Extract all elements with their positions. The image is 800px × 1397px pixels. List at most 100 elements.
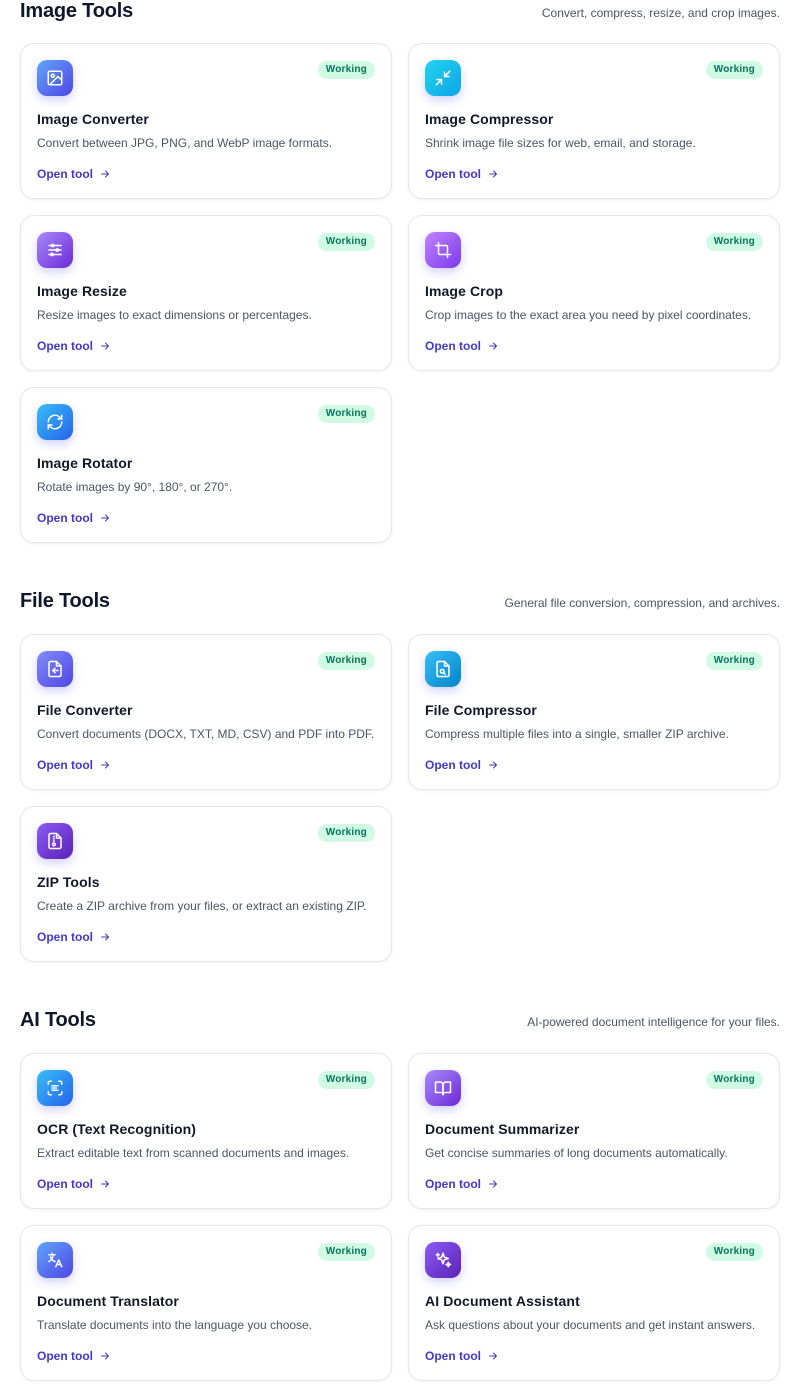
status-badge: Working [317, 1243, 375, 1261]
open-tool-label: Open tool [425, 1177, 481, 1191]
open-tool-label: Open tool [425, 758, 481, 772]
minimize-icon [425, 60, 461, 96]
arrow-right-icon [101, 514, 109, 522]
crop-icon [425, 232, 461, 268]
file-archive-icon [37, 823, 73, 859]
card-title: Document Summarizer [425, 1121, 580, 1137]
open-tool-label: Open tool [37, 1349, 93, 1363]
arrow-right-icon [489, 342, 497, 350]
open-tool-label: Open tool [37, 167, 93, 181]
open-tool-link[interactable]: Open tool [37, 1177, 111, 1191]
arrow-right-icon [101, 342, 109, 350]
arrow-right-icon [101, 1180, 109, 1188]
open-tool-link[interactable]: Open tool [425, 339, 499, 353]
tool-card-zip-tools[interactable]: Working ZIP Tools Create a ZIP archive f… [20, 806, 392, 962]
open-tool-label: Open tool [37, 1177, 93, 1191]
card-description: Crop images to the exact area you need b… [425, 308, 752, 322]
card-description: Resize images to exact dimensions or per… [37, 308, 312, 322]
status-badge: Working [705, 1243, 763, 1261]
open-tool-link[interactable]: Open tool [425, 1349, 499, 1363]
book-open-icon [425, 1070, 461, 1106]
card-description: Rotate images by 90°, 180°, or 270°. [37, 480, 233, 494]
card-description: Translate documents into the language yo… [37, 1318, 313, 1332]
tool-card-image-converter[interactable]: Working Image Converter Convert between … [20, 43, 392, 199]
card-title: OCR (Text Recognition) [37, 1121, 197, 1137]
tool-card-file-compressor[interactable]: Working File Compressor Compress multipl… [408, 634, 780, 790]
status-badge: Working [705, 652, 763, 670]
open-tool-link[interactable]: Open tool [37, 511, 111, 525]
section-header-image-tools: Image Tools Convert, compress, resize, a… [20, 0, 780, 23]
open-tool-label: Open tool [425, 1349, 481, 1363]
arrow-right-icon [101, 1352, 109, 1360]
card-description: Compress multiple files into a single, s… [425, 727, 729, 741]
card-title: Image Converter [37, 111, 149, 127]
rotate-icon [37, 404, 73, 440]
section-description: Convert, compress, resize, and crop imag… [541, 6, 780, 20]
open-tool-link[interactable]: Open tool [37, 1349, 111, 1363]
tool-card-document-translator[interactable]: Working Document Translator Translate do… [20, 1225, 392, 1381]
open-tool-label: Open tool [425, 167, 481, 181]
status-badge: Working [705, 61, 763, 79]
arrow-right-icon [489, 761, 497, 769]
status-badge: Working [705, 233, 763, 251]
tool-card-ocr[interactable]: Working OCR (Text Recognition) Extract e… [20, 1053, 392, 1209]
tool-card-file-converter[interactable]: Working File Converter Convert documents… [20, 634, 392, 790]
open-tool-link[interactable]: Open tool [37, 339, 111, 353]
card-description: Ask questions about your documents and g… [425, 1318, 756, 1332]
section-header-ai-tools: AI Tools AI-powered document intelligenc… [20, 1009, 780, 1032]
status-badge: Working [317, 1071, 375, 1089]
status-badge: Working [317, 652, 375, 670]
arrow-right-icon [489, 170, 497, 178]
tool-card-image-rotator[interactable]: Working Image Rotator Rotate images by 9… [20, 387, 392, 543]
status-badge: Working [317, 405, 375, 423]
arrow-right-icon [489, 1180, 497, 1188]
languages-icon [37, 1242, 73, 1278]
status-badge: Working [317, 233, 375, 251]
open-tool-label: Open tool [425, 339, 481, 353]
tool-card-image-crop[interactable]: Working Image Crop Crop images to the ex… [408, 215, 780, 371]
image-icon [37, 60, 73, 96]
card-title: ZIP Tools [37, 874, 100, 890]
open-tool-link[interactable]: Open tool [425, 758, 499, 772]
tool-card-image-compressor[interactable]: Working Image Compressor Shrink image fi… [408, 43, 780, 199]
tool-card-ai-document-assistant[interactable]: Working AI Document Assistant Ask questi… [408, 1225, 780, 1381]
sliders-icon [37, 232, 73, 268]
section-header-file-tools: File Tools General file conversion, comp… [20, 590, 780, 613]
open-tool-label: Open tool [37, 511, 93, 525]
open-tool-label: Open tool [37, 339, 93, 353]
open-tool-link[interactable]: Open tool [37, 167, 111, 181]
open-tool-link[interactable]: Open tool [425, 1177, 499, 1191]
arrow-right-icon [489, 1352, 497, 1360]
card-title: Document Translator [37, 1293, 179, 1309]
open-tool-label: Open tool [37, 758, 93, 772]
open-tool-link[interactable]: Open tool [37, 930, 111, 944]
section-title: File Tools [20, 590, 110, 612]
section-description: General file conversion, compression, an… [504, 596, 780, 610]
tool-card-image-resize[interactable]: Working Image Resize Resize images to ex… [20, 215, 392, 371]
card-description: Convert documents (DOCX, TXT, MD, CSV) a… [37, 727, 375, 741]
card-title: File Converter [37, 702, 133, 718]
section-description: AI-powered document intelligence for you… [527, 1015, 780, 1029]
open-tool-link[interactable]: Open tool [425, 167, 499, 181]
section-title: Image Tools [20, 0, 134, 22]
status-badge: Working [317, 61, 375, 79]
card-title: File Compressor [425, 702, 537, 718]
section-title: AI Tools [20, 1009, 96, 1031]
card-title: Image Resize [37, 283, 127, 299]
sparkles-icon [425, 1242, 461, 1278]
open-tool-link[interactable]: Open tool [37, 758, 111, 772]
tool-card-document-summarizer[interactable]: Working Document Summarizer Get concise … [408, 1053, 780, 1209]
arrow-right-icon [101, 170, 109, 178]
file-convert-icon [37, 651, 73, 687]
status-badge: Working [317, 824, 375, 842]
card-title: Image Rotator [37, 455, 133, 471]
status-badge: Working [705, 1071, 763, 1089]
card-title: Image Crop [425, 283, 504, 299]
card-description: Get concise summaries of long documents … [425, 1146, 728, 1160]
file-compress-icon [425, 651, 461, 687]
card-title: AI Document Assistant [425, 1293, 580, 1309]
card-description: Shrink image file sizes for web, email, … [425, 136, 696, 150]
card-description: Create a ZIP archive from your files, or… [37, 899, 367, 913]
card-description: Extract editable text from scanned docum… [37, 1146, 350, 1160]
arrow-right-icon [101, 933, 109, 941]
